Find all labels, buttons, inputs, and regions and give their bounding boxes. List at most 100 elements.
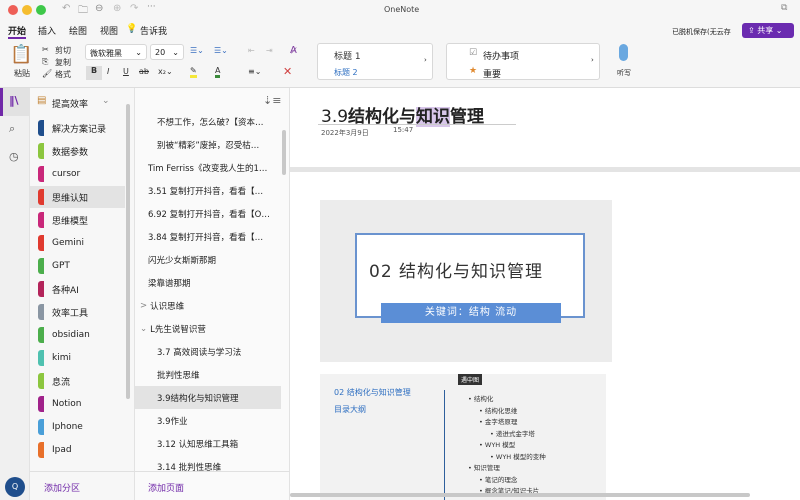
- tags-gallery[interactable]: ☑ 待办事项 ★ 重要 ›: [446, 43, 600, 80]
- page-item[interactable]: 3.51 复制打开抖音，看看【…: [135, 179, 281, 202]
- page-label: 3.12 认知思维工具箱: [157, 439, 239, 450]
- section-item[interactable]: Ipad: [30, 439, 125, 461]
- expand-icon[interactable]: ⌄: [140, 324, 147, 334]
- open-folder-icon[interactable]: 🗀: [78, 3, 88, 20]
- section-item[interactable]: 数据参数: [30, 140, 125, 162]
- font-color-icon[interactable]: A: [215, 66, 221, 78]
- outdent-icon[interactable]: ⇤: [248, 46, 255, 55]
- minimize-window-button[interactable]: [22, 5, 32, 15]
- close-window-button[interactable]: [8, 5, 18, 15]
- underline-button[interactable]: U: [123, 67, 129, 76]
- page-item[interactable]: 别被“精彩”废掉，忍受枯…: [135, 133, 281, 156]
- checkbox-icon: ☑: [469, 48, 478, 58]
- tab-draw[interactable]: 绘图: [69, 24, 87, 37]
- redo-icon[interactable]: ↷: [130, 3, 138, 14]
- page-item[interactable]: 3.14 批判性思维: [135, 455, 281, 478]
- recent-icon[interactable]: ◷: [9, 150, 19, 163]
- section-item[interactable]: GPT: [30, 255, 125, 277]
- italic-button[interactable]: I: [107, 67, 109, 76]
- section-item[interactable]: obsidian: [30, 324, 125, 346]
- outline-image[interactable]: 02 结构化与知识管理 目录大纲 遇中图 • 结构化 • 结构化思维 • 金字塔原理…: [320, 374, 606, 500]
- search-icon[interactable]: ⌕: [9, 122, 15, 136]
- dictate-button[interactable]: 听写: [617, 68, 631, 78]
- styles-gallery[interactable]: 标题 1 标题 2 ›: [317, 43, 433, 80]
- avatar[interactable]: Q: [5, 477, 25, 497]
- paste-button[interactable]: 粘贴: [14, 68, 30, 79]
- tab-insert[interactable]: 插入: [38, 24, 56, 37]
- page-item[interactable]: 3.9结构化与知识管理: [135, 386, 281, 409]
- section-item[interactable]: kimi: [30, 347, 125, 369]
- section-label: 息流: [52, 377, 71, 388]
- strikethrough-button[interactable]: ab: [139, 67, 149, 76]
- back-icon[interactable]: ⊖: [95, 3, 103, 14]
- tab-view[interactable]: 视图: [100, 24, 118, 37]
- style-heading-2[interactable]: 标题 2: [334, 67, 358, 78]
- copy-button[interactable]: 复制: [55, 57, 71, 68]
- section-item[interactable]: 思维认知: [30, 186, 125, 208]
- page-item[interactable]: 3.12 认知思维工具箱: [135, 432, 281, 455]
- page-item[interactable]: Tim Ferriss《改变我人生的1…: [135, 156, 281, 179]
- cut-button[interactable]: 剪切: [55, 45, 71, 56]
- indent-icon[interactable]: ⇥: [266, 46, 273, 55]
- section-item[interactable]: 思维模型: [30, 209, 125, 231]
- notebooks-icon[interactable]: ‖\: [9, 94, 19, 107]
- format-painter-button[interactable]: 格式: [55, 69, 71, 80]
- slide-image[interactable]: 02 结构化与知识管理 关键词：结构 流动: [320, 200, 612, 362]
- page-item[interactable]: 3.7 高效阅读与学习法: [135, 340, 281, 363]
- page-item[interactable]: 批判性思维: [135, 363, 281, 386]
- font-select[interactable]: 微软雅黑 ⌄: [85, 44, 147, 60]
- more-icon[interactable]: ···: [147, 2, 156, 12]
- page-item[interactable]: 6.92 复制打开抖音，看看【O…: [135, 202, 281, 225]
- page-item[interactable]: ⌄ L先生说智识营: [135, 317, 281, 340]
- image-badge[interactable]: 遇中图: [458, 374, 483, 385]
- add-section-button[interactable]: 添加分区: [44, 481, 80, 494]
- undo-icon[interactable]: ↶: [62, 3, 70, 14]
- microphone-icon[interactable]: [619, 44, 628, 61]
- section-item[interactable]: 各种AI: [30, 278, 125, 300]
- sort-icon[interactable]: ⇣≡: [263, 94, 281, 107]
- section-item[interactable]: cursor: [30, 163, 125, 185]
- style-heading-1[interactable]: 标题 1: [334, 49, 361, 62]
- tab-home[interactable]: 开始: [8, 24, 27, 39]
- numbering-icon[interactable]: ☰⌄: [214, 46, 228, 55]
- forward-icon[interactable]: ⊕: [113, 3, 121, 14]
- page-item[interactable]: 梁靠谱那期: [135, 271, 281, 294]
- expand-icon[interactable]: >: [140, 301, 147, 311]
- align-icon[interactable]: ≡⌄: [248, 67, 261, 76]
- page-item[interactable]: > 认识思维: [135, 294, 281, 317]
- section-item[interactable]: Notion: [30, 393, 125, 415]
- divider: [290, 167, 800, 172]
- share-button[interactable]: ⇪ 共享 ⌄: [742, 23, 794, 38]
- font-size-select[interactable]: 20 ⌄: [150, 44, 184, 60]
- chevron-right-icon[interactable]: ›: [591, 56, 594, 64]
- subscript-button[interactable]: x₂⌄: [158, 67, 173, 76]
- maximize-window-button[interactable]: [36, 5, 46, 15]
- page-item[interactable]: 不想工作，怎么破?【资本…: [135, 110, 281, 133]
- section-item[interactable]: Iphone: [30, 416, 125, 438]
- section-item[interactable]: 解决方案记录: [30, 117, 125, 139]
- sections-scrollbar[interactable]: [126, 104, 130, 399]
- section-item[interactable]: Gemini: [30, 232, 125, 254]
- tag-todo[interactable]: 待办事项: [483, 49, 519, 62]
- highlight-icon[interactable]: ✎: [190, 66, 197, 78]
- bold-button[interactable]: B: [86, 66, 102, 80]
- section-item[interactable]: 效率工具: [30, 301, 125, 323]
- tab-tell-me[interactable]: 告诉我: [140, 24, 167, 37]
- paste-icon[interactable]: 📋: [10, 44, 32, 65]
- pages-scrollbar[interactable]: [282, 130, 286, 175]
- bullets-icon[interactable]: ☰⌄: [190, 46, 204, 55]
- page-item[interactable]: 3.84 复制打开抖音，看看【…: [135, 225, 281, 248]
- notebook-name[interactable]: 提高效率: [52, 97, 88, 110]
- chevron-down-icon[interactable]: ⌄: [102, 96, 110, 106]
- delete-icon[interactable]: ✕: [283, 65, 292, 78]
- collaborate-icon[interactable]: ⧉: [781, 3, 787, 13]
- tag-important[interactable]: 重要: [483, 67, 501, 80]
- horizontal-scrollbar[interactable]: [290, 493, 750, 497]
- note-canvas[interactable]: 3.9结构化与知识管理 2022年3月9日 15:47 02 结构化与知识管理 …: [290, 88, 800, 500]
- section-item[interactable]: 息流: [30, 370, 125, 392]
- chevron-right-icon[interactable]: ›: [424, 56, 427, 64]
- clear-format-icon[interactable]: A̷: [290, 45, 297, 56]
- page-item[interactable]: 闪光少女斯斯那期: [135, 248, 281, 271]
- page-item[interactable]: 3.9作业: [135, 409, 281, 432]
- add-page-button[interactable]: 添加页面: [148, 481, 184, 494]
